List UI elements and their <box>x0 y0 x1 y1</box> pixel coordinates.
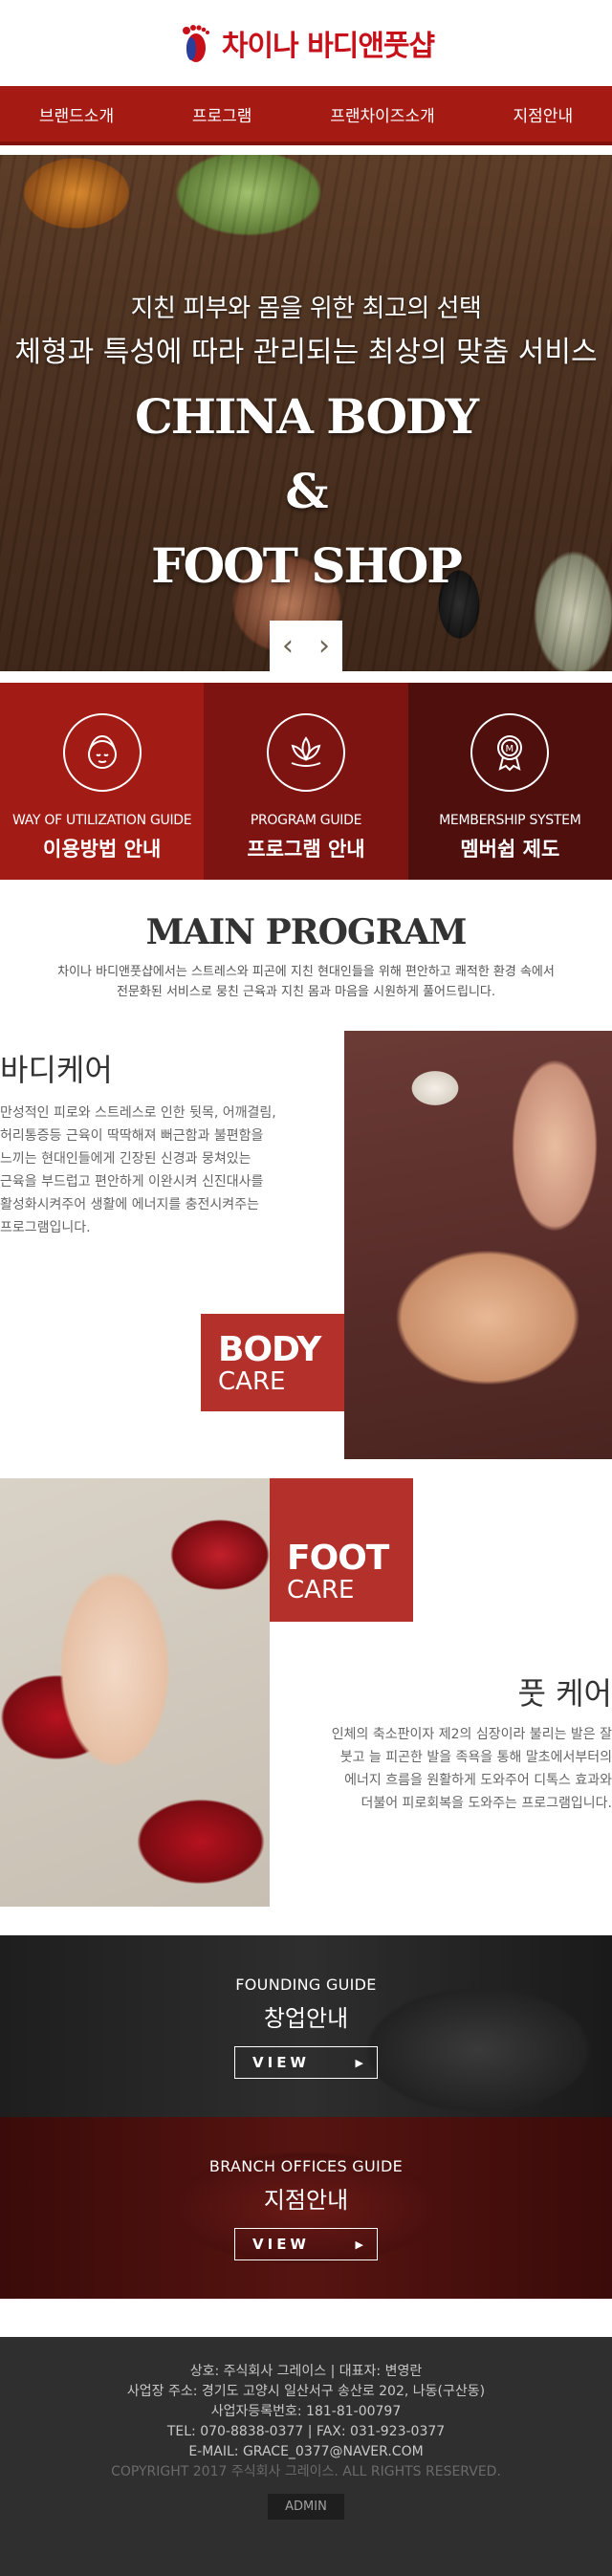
footer-copyright: COPYRIGHT 2017 주식회사 그레이스. ALL RIGHTS RES… <box>0 2462 612 2482</box>
foot-care-badge-small: CARE <box>287 1576 413 1605</box>
foot-care-section: FOOT CARE 풋 케어 인체의 축소판이자 제2의 심장이라 불리는 발은… <box>0 1478 612 1907</box>
foot-care-text-line: 더불어 피로회복을 도와주는 프로그램입니다. <box>287 1792 612 1815</box>
branch-view-button[interactable]: VIEW ▶ <box>234 2228 378 2260</box>
guide-en-label: WAY OF UTILIZATION GUIDE <box>12 813 191 828</box>
main-program-desc-line: 전문화된 서비스로 뭉친 근육과 지친 몸과 마음을 시원하게 풀어드립니다. <box>0 982 612 1002</box>
nav-item-program[interactable]: 프로그램 <box>186 95 258 134</box>
hero-subtitle-2: 체형과 특성에 따라 관리되는 최상의 맞춤 서비스 <box>0 328 612 370</box>
body-care-section: 바디케어 만성적인 피로와 스트레스로 인한 뒷목, 어깨결림, 허리통증등 근… <box>0 1031 612 1459</box>
admin-button[interactable]: ADMIN <box>268 2494 344 2520</box>
foot-petals-photo <box>0 1478 270 1907</box>
main-program-desc-line: 차이나 바디앤풋샵에서는 스트레스와 피곤에 지친 현대인들을 위해 편안하고 … <box>0 962 612 982</box>
body-care-badge-small: CARE <box>218 1367 344 1396</box>
guide-tile-utilization[interactable]: WAY OF UTILIZATION GUIDE 이용방법 안내 <box>0 683 204 880</box>
body-care-text-line: 활성화시켜주어 생활에 에너지를 충전시켜주는 <box>0 1193 316 1216</box>
nav-item-brand[interactable]: 브랜드소개 <box>33 95 120 134</box>
guide-ko-label: 멤버쉽 제도 <box>460 834 559 862</box>
guide-tiles: WAY OF UTILIZATION GUIDE 이용방법 안내 PROGRAM… <box>0 683 612 880</box>
view-button-label: VIEW <box>252 2054 310 2071</box>
main-program-header: MAIN PROGRAM 차이나 바디앤풋샵에서는 스트레스와 피곤에 지친 현… <box>0 880 612 1002</box>
footer-address: 사업장 주소: 경기도 고양시 일산서구 송산로 202, 나동(구산동) <box>0 2382 612 2402</box>
main-program-title: MAIN PROGRAM <box>0 912 612 952</box>
view-button-label: VIEW <box>252 2236 310 2253</box>
nav-item-branches[interactable]: 지점안내 <box>508 95 579 134</box>
footer-phone-fax: TEL: 070-8838-0377 | FAX: 031-923-0377 <box>0 2422 612 2442</box>
chevron-left-icon[interactable]: ‹ <box>282 629 294 663</box>
face-icon <box>63 713 142 792</box>
nav-item-franchise[interactable]: 프랜차이즈소개 <box>324 95 440 134</box>
branch-guide-en: BRANCH OFFICES GUIDE <box>0 2117 612 2175</box>
body-massage-photo <box>344 1031 612 1459</box>
foot-care-badge[interactable]: FOOT CARE <box>270 1478 413 1622</box>
founding-guide-ko: 창업안내 <box>0 1999 612 2033</box>
triangle-right-icon: ▶ <box>356 2057 363 2069</box>
guide-ko-label: 이용방법 안내 <box>43 834 161 862</box>
guide-en-label: MEMBERSHIP SYSTEM <box>439 813 580 828</box>
body-care-text-line: 느끼는 현대인들에게 긴장된 신경과 뭉쳐있는 <box>0 1147 316 1170</box>
foot-logo-icon[interactable] <box>178 22 212 64</box>
hero-title-line-1: CHINA BODY <box>0 389 612 445</box>
footer-email: E-MAIL: GRACE_0377@NAVER.COM <box>0 2442 612 2462</box>
foot-care-text-line: 인체의 축소판이자 제2의 심장이라 불리는 발은 잘 <box>287 1723 612 1746</box>
site-header: 차이나 바디앤풋샵 <box>0 0 612 86</box>
founding-guide-en: FOUNDING GUIDE <box>0 1935 612 1994</box>
body-care-badge-big: BODY <box>218 1333 344 1367</box>
body-care-text-line: 근육을 부드럽고 편안하게 이완시켜 신진대사를 <box>0 1170 316 1193</box>
body-care-title: 바디케어 <box>0 1046 113 1090</box>
main-nav: 브랜드소개 프로그램 프랜차이즈소개 지점안내 <box>0 86 612 145</box>
logo-text[interactable]: 차이나 바디앤풋샵 <box>222 22 434 64</box>
foot-care-title: 풋 케어 <box>518 1670 612 1714</box>
membership-medal-icon: M <box>470 713 549 792</box>
lotus-icon <box>267 713 345 792</box>
guide-en-label: PROGRAM GUIDE <box>251 813 361 828</box>
main-program-desc: 차이나 바디앤풋샵에서는 스트레스와 피곤에 지친 현대인들을 위해 편안하고 … <box>0 962 612 1002</box>
svg-text:M: M <box>506 744 514 754</box>
slider-controls: ‹ › <box>270 621 342 671</box>
guide-tile-program[interactable]: PROGRAM GUIDE 프로그램 안내 <box>204 683 407 880</box>
foot-care-text: 인체의 축소판이자 제2의 심장이라 불리는 발은 잘 붓고 늘 피곤한 발을 … <box>287 1723 612 1815</box>
hero-text: 지친 피부와 몸을 위한 최고의 선택 체형과 특성에 따라 관리되는 최상의 … <box>0 289 612 594</box>
hero-title-line-2: & <box>0 464 612 519</box>
hero-banner: 지친 피부와 몸을 위한 최고의 선택 체형과 특성에 따라 관리되는 최상의 … <box>0 155 612 671</box>
foot-care-text-line: 에너지 흐름을 원활하게 도와주어 디톡스 효과와 <box>287 1769 612 1792</box>
body-care-badge[interactable]: BODY CARE <box>201 1314 344 1411</box>
guide-ko-label: 프로그램 안내 <box>247 834 364 862</box>
branch-guide-ko: 지점안내 <box>0 2181 612 2215</box>
footer-business-number: 사업자등록번호: 181-81-00797 <box>0 2402 612 2422</box>
branch-guide-banner: BRANCH OFFICES GUIDE 지점안내 VIEW ▶ <box>0 2117 612 2299</box>
site-footer: 상호: 주식회사 그레이스 | 대표자: 변영란 사업장 주소: 경기도 고양시… <box>0 2337 612 2576</box>
body-care-text: 만성적인 피로와 스트레스로 인한 뒷목, 어깨결림, 허리통증등 근육이 딱딱… <box>0 1102 316 1239</box>
guide-tile-membership[interactable]: M MEMBERSHIP SYSTEM 멤버쉽 제도 <box>408 683 612 880</box>
body-care-text-line: 만성적인 피로와 스트레스로 인한 뒷목, 어깨결림, <box>0 1102 316 1124</box>
triangle-right-icon: ▶ <box>356 2238 363 2251</box>
hero-subtitle-1: 지친 피부와 몸을 위한 최고의 선택 <box>0 289 612 324</box>
foot-care-text-line: 붓고 늘 피곤한 발을 족욕을 통해 말초에서부터의 <box>287 1746 612 1769</box>
hero-title-line-3: FOOT SHOP <box>0 538 612 594</box>
chevron-right-icon[interactable]: › <box>318 629 330 663</box>
founding-view-button[interactable]: VIEW ▶ <box>234 2046 378 2079</box>
footer-company-info: 상호: 주식회사 그레이스 | 대표자: 변영란 <box>0 2362 612 2382</box>
body-care-text-line: 허리통증등 근육이 딱딱해져 뻐근함과 불편함을 <box>0 1124 316 1147</box>
founding-guide-banner: FOUNDING GUIDE 창업안내 VIEW ▶ <box>0 1935 612 2117</box>
body-care-text-line: 프로그램입니다. <box>0 1216 316 1239</box>
foot-care-badge-big: FOOT <box>287 1541 413 1576</box>
